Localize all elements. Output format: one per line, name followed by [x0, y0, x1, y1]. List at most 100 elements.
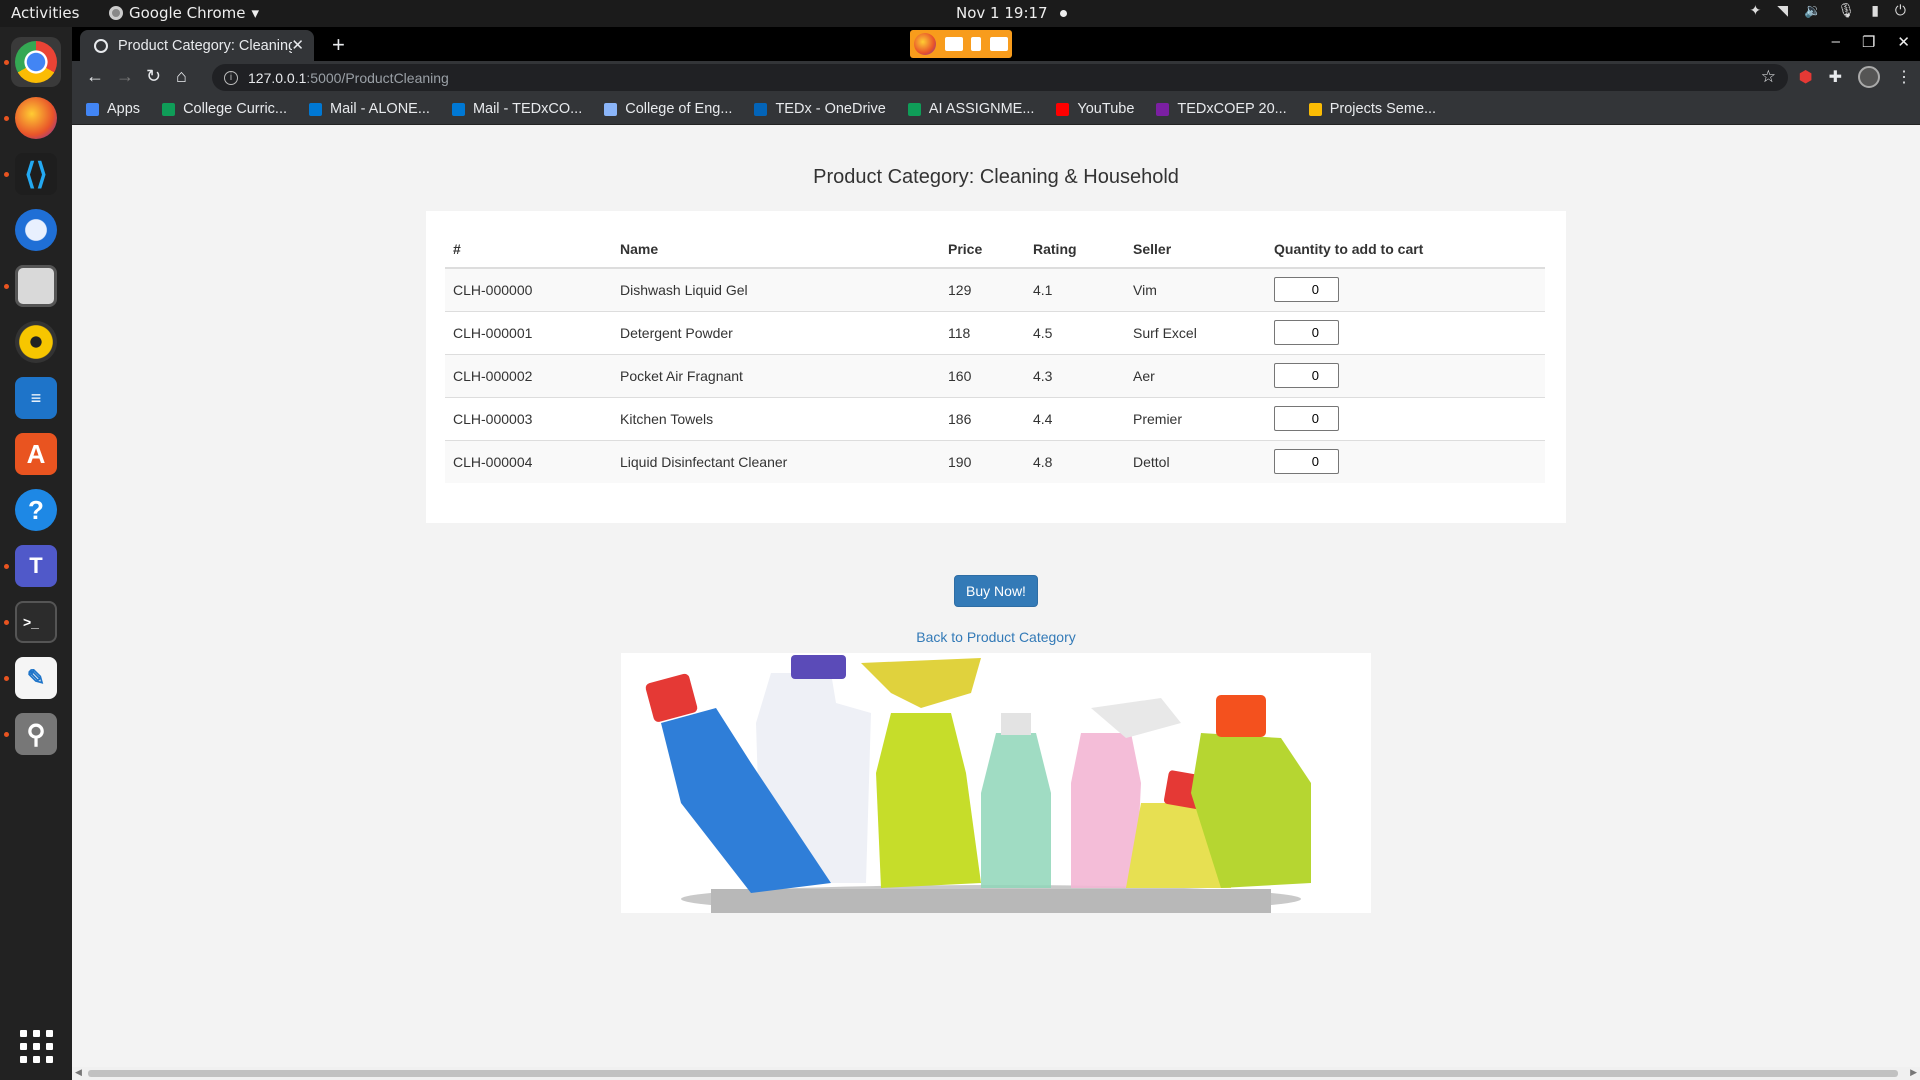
scroll-right-icon[interactable]: ▶	[1910, 1067, 1917, 1078]
quantity-input[interactable]	[1274, 406, 1339, 431]
quantity-input[interactable]	[1274, 320, 1339, 345]
back-link-container: Back to Product Category	[72, 629, 1920, 645]
help-icon: ?	[15, 489, 57, 531]
power-icon[interactable]: ⏻	[1895, 3, 1906, 19]
bookmark-item[interactable]: College Curric...	[162, 101, 287, 117]
quantity-input[interactable]	[1274, 277, 1339, 303]
cell-price: 160	[940, 353, 1025, 397]
dock-chrome[interactable]	[11, 37, 61, 87]
col-header-id: #	[445, 230, 612, 269]
bookmark-item[interactable]: TEDx - OneDrive	[754, 101, 886, 117]
system-top-bar: Activities Google Chrome ▾ Nov 1 19:17 ✦…	[0, 0, 1920, 27]
screen-share-indicator[interactable]	[910, 30, 1012, 58]
scroll-left-icon[interactable]: ◀	[75, 1067, 82, 1078]
running-indicator	[4, 564, 9, 569]
cell-name: Pocket Air Fragnant	[612, 353, 940, 397]
cell-name: Dishwash Liquid Gel	[612, 267, 940, 311]
dock-files[interactable]	[11, 261, 61, 311]
chrome-mini-icon	[109, 6, 123, 20]
cleaning-products-image	[621, 653, 1371, 913]
site-info-icon[interactable]: i	[224, 70, 238, 85]
col-header-rating: Rating	[1025, 230, 1125, 269]
bookmark-item[interactable]: College of Eng...	[604, 101, 732, 117]
dock-terminal[interactable]: >_	[11, 597, 61, 647]
dock-rhythmbox[interactable]	[11, 317, 61, 367]
extension-icon[interactable]: ⬢	[1799, 67, 1813, 87]
close-tab-icon[interactable]: ✕	[291, 36, 304, 54]
new-tab-button[interactable]: +	[332, 32, 345, 58]
extensions-puzzle-icon[interactable]: ✚	[1829, 67, 1842, 87]
scrollbar-thumb[interactable]	[88, 1070, 1898, 1077]
bookmark-item[interactable]: Projects Seme...	[1308, 101, 1436, 117]
running-indicator	[4, 116, 9, 121]
show-applications-icon[interactable]	[20, 1030, 53, 1063]
clock[interactable]: Nov 1 19:17	[956, 4, 1067, 22]
battery-icon[interactable]: ▮	[1871, 3, 1879, 19]
cell-rating: 4.5	[1025, 310, 1125, 354]
cell-quantity	[1266, 396, 1545, 440]
wifi-icon[interactable]: ◥	[1777, 3, 1788, 19]
tab-active[interactable]: Product Category: Cleaning & Household ✕	[80, 30, 314, 61]
bookmark-item[interactable]: AI ASSIGNME...	[907, 101, 1035, 117]
dock-thunderbird[interactable]	[11, 205, 61, 255]
running-indicator	[4, 60, 9, 65]
dock-firefox[interactable]	[11, 93, 61, 143]
quantity-input[interactable]	[1274, 363, 1339, 388]
terminal-icon: >_	[15, 601, 57, 643]
cell-id: CLH-000000	[445, 267, 612, 311]
dock-vscode[interactable]: ⟨⟩	[11, 149, 61, 199]
maximize-icon[interactable]: ❐	[1862, 33, 1875, 51]
col-header-name: Name	[612, 230, 940, 269]
back-to-category-link[interactable]: Back to Product Category	[916, 629, 1076, 645]
dock-software[interactable]: A	[11, 429, 61, 479]
bookmark-item[interactable]: Mail - TEDxCO...	[451, 101, 582, 117]
profile-avatar[interactable]	[1858, 66, 1880, 88]
app-menu[interactable]: Google Chrome ▾	[109, 4, 259, 22]
address-bar[interactable]: i 127.0.0.1:5000/ProductCleaning ☆	[212, 64, 1788, 91]
dock-search[interactable]: ⚲	[11, 709, 61, 759]
teams-tray-icon[interactable]: ✦	[1749, 3, 1761, 19]
apps-grid-icon	[86, 102, 99, 116]
minimize-icon[interactable]: –	[1832, 33, 1840, 51]
writer-icon: ≡	[15, 377, 57, 419]
cell-id: CLH-000004	[445, 439, 612, 483]
bookmark-favicon-icon	[754, 102, 768, 116]
bookmark-label: YouTube	[1077, 101, 1135, 117]
home-icon[interactable]: ⌂	[176, 66, 187, 87]
cell-seller: Premier	[1125, 396, 1266, 440]
toolbar-actions: ⬢ ✚ ⋮	[1799, 66, 1912, 88]
menu-kebab-icon[interactable]: ⋮	[1896, 67, 1912, 87]
col-header-seller: Seller	[1125, 230, 1266, 269]
dock-writer[interactable]: ≡	[11, 373, 61, 423]
cell-price: 129	[940, 267, 1025, 311]
bookmark-label: TEDx - OneDrive	[775, 101, 886, 117]
back-icon[interactable]: ←	[86, 66, 104, 87]
bookmark-item[interactable]: Apps	[86, 101, 140, 117]
bookmark-item[interactable]: TEDxCOEP 20...	[1156, 101, 1287, 117]
volume-icon[interactable]: 🔉	[1804, 3, 1821, 19]
bookmark-item[interactable]: YouTube	[1056, 101, 1134, 117]
reload-icon[interactable]: ↻	[146, 66, 161, 87]
quantity-input[interactable]	[1274, 449, 1339, 475]
bookmark-label: Apps	[107, 101, 141, 117]
buy-now-button[interactable]: Buy Now!	[954, 575, 1038, 607]
thunderbird-icon	[15, 209, 57, 251]
bookmark-star-icon[interactable]: ☆	[1761, 67, 1776, 87]
forward-icon[interactable]: →	[116, 66, 134, 87]
close-window-icon[interactable]: ✕	[1897, 33, 1910, 51]
bookmark-label: AI ASSIGNME...	[928, 101, 1035, 117]
col-header-price: Price	[940, 230, 1025, 269]
dock-text-editor[interactable]: ✎	[11, 653, 61, 703]
running-indicator	[4, 676, 9, 681]
activities-button[interactable]: Activities	[11, 4, 79, 22]
running-indicator	[4, 284, 9, 289]
bookmark-favicon-icon	[907, 102, 921, 116]
dock-teams[interactable]: T	[11, 541, 61, 591]
horizontal-scrollbar[interactable]: ◀ ▶	[72, 1067, 1920, 1080]
bookmark-item[interactable]: Mail - ALONE...	[309, 101, 430, 117]
microphone-icon[interactable]: 🎙	[1837, 3, 1855, 19]
system-tray[interactable]: ✦ ◥ 🔉 🎙 ▮ ⏻	[1749, 3, 1906, 19]
chrome-icon	[15, 41, 57, 83]
bookmark-label: College of Eng...	[625, 101, 733, 117]
dock-help[interactable]: ?	[11, 485, 61, 535]
